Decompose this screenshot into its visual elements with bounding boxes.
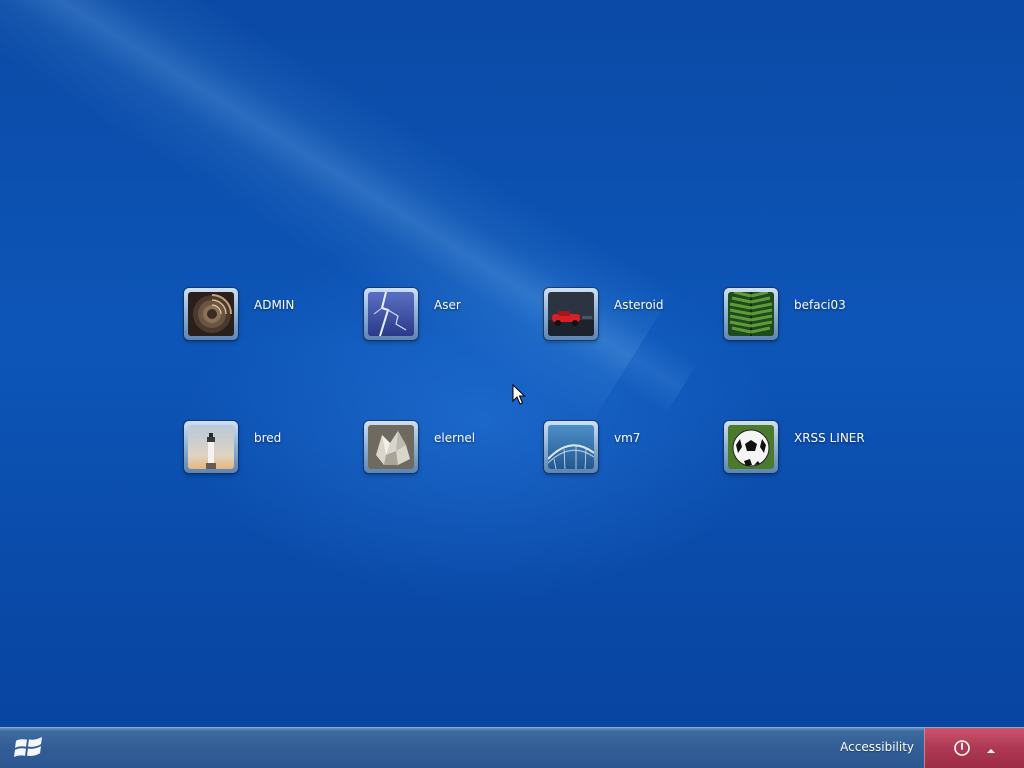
- green-leaf-icon: [728, 292, 774, 336]
- power-icon[interactable]: [953, 739, 971, 757]
- user-name-label: XRSS LINER: [794, 431, 865, 445]
- user-tile-bred[interactable]: bred: [184, 421, 354, 477]
- accessibility-button[interactable]: Accessibility: [840, 740, 914, 754]
- bridge-icon: [548, 425, 594, 469]
- user-name-label: Aser: [434, 298, 461, 312]
- user-picture-frame[interactable]: [724, 421, 778, 473]
- user-picture-frame[interactable]: [184, 421, 238, 473]
- windows-logo-icon: [14, 735, 44, 761]
- user-picture-frame[interactable]: [544, 421, 598, 473]
- user-tile-vm7[interactable]: vm7: [544, 421, 714, 477]
- user-tile-admin[interactable]: ADMIN: [184, 288, 354, 344]
- user-tile-aser[interactable]: Aser: [364, 288, 534, 344]
- logon-screen: ADMIN Aser Asteroid befaci03 bred elerne…: [0, 0, 1024, 768]
- user-name-label: bred: [254, 431, 282, 445]
- user-picture-frame[interactable]: [184, 288, 238, 340]
- user-tile-grid: ADMIN Aser Asteroid befaci03 bred elerne…: [184, 288, 904, 478]
- user-name-label: vm7: [614, 431, 641, 445]
- user-name-label: Asteroid: [614, 298, 664, 312]
- user-name-label: ADMIN: [254, 298, 295, 312]
- user-tile-asteroid[interactable]: Asteroid: [544, 288, 714, 344]
- user-picture-frame[interactable]: [364, 421, 418, 473]
- crystals-icon: [368, 425, 414, 469]
- user-tile-befaci03[interactable]: befaci03: [724, 288, 894, 344]
- up-arrow-icon[interactable]: [985, 742, 997, 754]
- user-tile-xrss-liner[interactable]: XRSS LINER: [724, 421, 894, 477]
- mouse-pointer-icon: [512, 383, 526, 406]
- user-picture-frame[interactable]: [724, 288, 778, 340]
- logon-taskbar: Accessibility: [0, 727, 1024, 768]
- user-picture-frame[interactable]: [544, 288, 598, 340]
- lightning-icon: [368, 292, 414, 336]
- user-picture-frame[interactable]: [364, 288, 418, 340]
- spiral-staircase-icon: [188, 292, 234, 336]
- soccer-ball-icon: [728, 425, 774, 469]
- lighthouse-icon: [188, 425, 234, 469]
- power-area: [924, 728, 1024, 768]
- red-car-icon: [548, 292, 594, 336]
- user-name-label: elernel: [434, 431, 476, 445]
- user-tile-elernel[interactable]: elernel: [364, 421, 534, 477]
- user-name-label: befaci03: [794, 298, 846, 312]
